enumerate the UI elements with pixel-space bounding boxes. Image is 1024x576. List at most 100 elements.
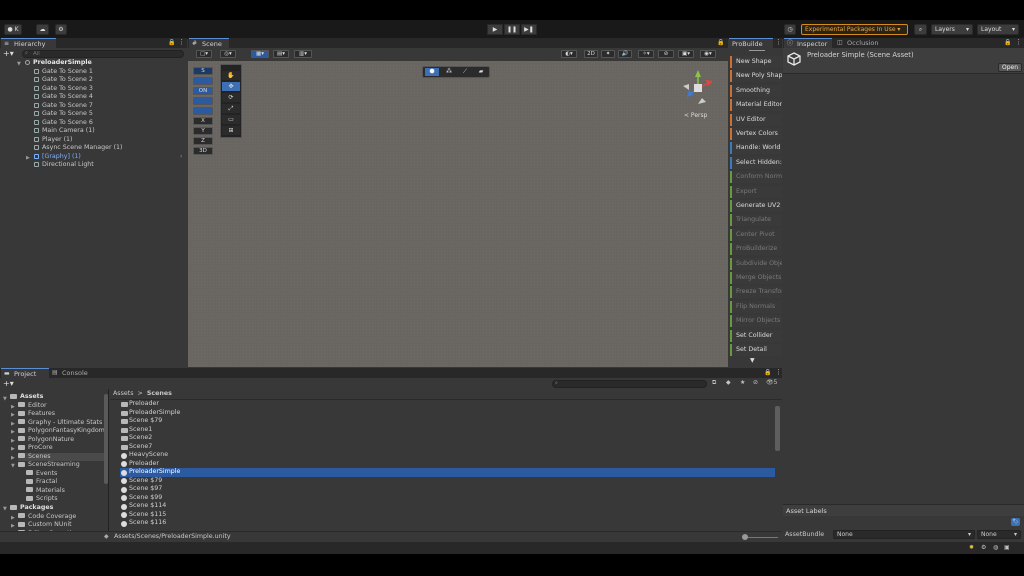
layers-dropdown[interactable]: Layers ▾ [931, 24, 973, 35]
hierarchy-item[interactable]: Gate To Scene 2 [34, 76, 93, 85]
probuilder-action-button[interactable]: Material Editor [730, 99, 782, 112]
search-type-icon[interactable]: ⧉ [712, 379, 716, 387]
grid-snap-icon[interactable]: ▦▾ [251, 50, 269, 58]
probuilder-action-button[interactable]: Conform Normals [730, 171, 782, 184]
file-row[interactable]: Scene1 [120, 426, 775, 435]
probuilder-action-button[interactable]: Select Hidden: On [730, 156, 782, 169]
probuilder-action-button[interactable]: Center Pivot [730, 228, 782, 241]
perspective-label[interactable]: < Persp [684, 112, 707, 119]
tree-folder[interactable]: PolygonFantasyKingdom [18, 427, 105, 436]
collab-icon[interactable]: ⚙ [55, 24, 67, 35]
label-filter-icon[interactable]: ◆ [726, 379, 731, 386]
scene-viewport[interactable]: S ON X Y Z 3D ✋ ✥ ⟳ ⤢ ▭ ⊞ ⬢ ⁂ ⟋ ▰ < Persp [188, 61, 728, 367]
pause-button[interactable]: ❚❚ [504, 24, 520, 35]
transform-tool-icon[interactable]: ⊞ [222, 126, 240, 135]
probuilder-action-button[interactable]: Freeze Transform [730, 286, 782, 299]
more-icon[interactable]: ⋮ [775, 38, 782, 46]
hierarchy-item[interactable]: Gate To Scene 5 [34, 110, 93, 119]
cache-icon[interactable]: ◍ [993, 544, 998, 551]
collapse-arrow-icon[interactable]: ▶ [11, 438, 15, 444]
tab-scene[interactable]: # Scene [189, 38, 229, 48]
more-icon[interactable]: ⋮ [775, 368, 782, 376]
tree-folder[interactable]: ProCore [18, 444, 53, 453]
hierarchy-root-scene[interactable]: PreloaderSimple [25, 59, 92, 68]
camera-icon[interactable]: ▣▾ [678, 50, 694, 58]
scene-lock-icon[interactable]: 🔒 [717, 39, 724, 46]
hierarchy-item[interactable]: Gate To Scene 7 [34, 102, 93, 111]
visibility-icon[interactable]: 👁5 [766, 379, 777, 386]
shading-mode-icon[interactable]: ◐▾ [561, 50, 577, 58]
probuilder-action-button[interactable]: Merge Objects [730, 272, 782, 284]
probuilder-action-button[interactable]: Smoothing [730, 84, 782, 97]
lock-icon[interactable]: 🔒 [1004, 39, 1011, 46]
file-list-scrollbar[interactable] [775, 406, 780, 451]
overlay-toggle-button[interactable]: X [193, 117, 213, 125]
hierarchy-item[interactable]: [Graphy] (1) [34, 153, 81, 162]
chevron-down-icon[interactable]: ▼ [750, 357, 755, 364]
overlay-toggle-button[interactable]: ON [193, 87, 213, 95]
file-row[interactable]: PreloaderSimple [120, 468, 775, 477]
tab-project[interactable]: ▬ Project [1, 368, 49, 378]
overlay-toggle-button[interactable]: Y [193, 127, 213, 135]
hierarchy-item[interactable]: Directional Light [34, 161, 94, 170]
hidden-packages-icon[interactable]: ⊘ [753, 379, 758, 386]
history-icon[interactable]: ◷ [784, 24, 796, 35]
hidden-objects-icon[interactable]: ⊘ [658, 50, 674, 58]
tab-hierarchy[interactable]: ≡ Hierarchy [1, 38, 56, 48]
label-tag-icon[interactable]: 🏷 [1011, 518, 1020, 526]
file-row[interactable]: Scene $97 [120, 485, 775, 494]
collapse-arrow-icon[interactable]: ▶ [11, 446, 15, 452]
snap-increment-icon[interactable]: ▤▾ [273, 50, 289, 58]
add-icon[interactable]: +▾ [3, 49, 14, 58]
probuilder-action-button[interactable]: Flip Normals [730, 300, 782, 313]
object-mode-icon[interactable]: ⬢ [425, 68, 439, 76]
draw-mode-icon[interactable]: ▢▾ [196, 50, 212, 58]
gizmo-tools-icon[interactable]: ◎▾ [220, 50, 236, 58]
move-tool-icon[interactable]: ✥ [222, 82, 240, 91]
overlay-toggle-button[interactable] [193, 107, 213, 115]
more-icon[interactable]: ⋮ [1015, 38, 1022, 46]
expand-arrow-icon[interactable]: ▼ [17, 61, 21, 67]
2d-toggle-button[interactable]: 2D [584, 50, 598, 58]
probuilder-action-button[interactable]: New Poly Shape [730, 70, 782, 83]
face-mode-icon[interactable]: ▰ [474, 68, 488, 76]
hierarchy-item[interactable]: Gate To Scene 6 [34, 119, 93, 128]
probuilder-action-button[interactable]: Triangulate [730, 214, 782, 227]
notification-icon[interactable]: ▣ [1004, 544, 1010, 551]
tree-package[interactable]: Code Coverage [18, 513, 76, 522]
overlay-toggle-button[interactable]: 3D [193, 147, 213, 155]
open-button[interactable]: Open [998, 63, 1022, 72]
probuilder-action-button[interactable]: New Shape [730, 56, 782, 68]
file-row[interactable]: Scene $116 [120, 519, 775, 528]
overlay-toggle-button[interactable] [193, 77, 213, 85]
file-row[interactable]: Scene2 [120, 434, 775, 443]
rotate-tool-icon[interactable]: ⟳ [222, 93, 240, 102]
project-search-input[interactable] [552, 380, 707, 388]
tree-assets[interactable]: Assets [10, 393, 43, 402]
lock-icon[interactable]: 🔒 [168, 39, 175, 46]
hierarchy-item[interactable]: Gate To Scene 3 [34, 85, 93, 94]
expand-arrow-icon[interactable]: ▼ [11, 463, 15, 469]
expand-arrow-icon[interactable]: ▼ [3, 506, 7, 512]
tree-folder[interactable]: Events [26, 470, 57, 479]
cloud-icon[interactable]: ☁ [36, 24, 49, 35]
tree-folder[interactable]: Scenes [18, 452, 108, 461]
layout-dropdown[interactable]: Layout ▾ [977, 24, 1019, 35]
collapse-arrow-icon[interactable]: ▶ [11, 412, 15, 418]
tree-folder[interactable]: Scripts [26, 495, 58, 504]
tab-inspector[interactable]: ⓘ Inspector [784, 38, 832, 48]
play-button[interactable]: ▶ [487, 24, 503, 35]
tree-folder[interactable]: Features [18, 410, 55, 419]
file-row[interactable]: Scene $114 [120, 502, 775, 511]
effects-icon[interactable]: ✧▾ [638, 50, 654, 58]
slider-handle[interactable] [742, 534, 748, 540]
scene-arrow-icon[interactable]: › [180, 153, 182, 160]
tab-console[interactable]: ▤ Console [49, 368, 89, 378]
probuilder-action-button[interactable]: Handle: World [730, 142, 782, 155]
tab-probuilder[interactable]: ProBuilde [729, 38, 773, 48]
expand-arrow-icon[interactable]: ▶ [26, 155, 30, 161]
collapse-arrow-icon[interactable]: ▶ [11, 404, 15, 410]
tree-folder[interactable]: Materials [26, 487, 65, 496]
file-row[interactable]: Preloader [120, 460, 775, 469]
account-button[interactable]: ● K [4, 24, 22, 35]
